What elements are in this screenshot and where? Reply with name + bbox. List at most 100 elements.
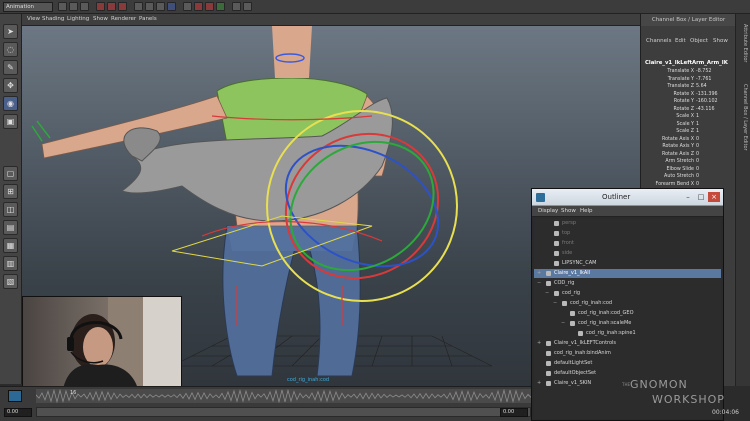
- attribute-value[interactable]: 0: [696, 182, 699, 187]
- rotate-tool-icon[interactable]: ◉: [3, 96, 18, 111]
- hypershade-icon[interactable]: [232, 2, 241, 11]
- expand-toggle-icon[interactable]: [545, 220, 551, 226]
- attribute-value[interactable]: -131.396: [696, 92, 718, 97]
- channel-box-tab-edit[interactable]: Edit: [675, 38, 686, 44]
- history-icon[interactable]: [183, 2, 192, 11]
- render-icon[interactable]: [194, 2, 203, 11]
- attribute-value[interactable]: -7.761: [696, 77, 711, 82]
- viewport-menu-renderer[interactable]: Renderer: [111, 16, 136, 22]
- attribute-value[interactable]: 0: [696, 167, 699, 172]
- attribute-value[interactable]: 5.64: [696, 84, 707, 89]
- channel-box-tab-show[interactable]: Show: [713, 38, 728, 44]
- expand-toggle-icon[interactable]: +: [537, 380, 543, 386]
- channel-attribute-row[interactable]: Auto Stretch 0: [641, 174, 734, 182]
- menu-set-dropdown[interactable]: Animation: [3, 2, 53, 12]
- channel-attribute-row[interactable]: Scale Z1: [641, 129, 734, 137]
- close-icon[interactable]: ×: [708, 192, 720, 202]
- snap-grid-icon[interactable]: [134, 2, 143, 11]
- outliner-item[interactable]: defaultObjectSet: [534, 369, 721, 378]
- outliner-item[interactable]: − cod_rig_inah:scaleMe: [534, 319, 721, 328]
- expand-toggle-icon[interactable]: −: [537, 280, 543, 286]
- attribute-value[interactable]: 0: [696, 152, 699, 157]
- outliner-item[interactable]: LIPSYNC_CAM: [534, 259, 721, 268]
- outliner-item[interactable]: − cod_rig_inah:cod: [534, 299, 721, 308]
- outliner-menu-help[interactable]: Help: [580, 208, 593, 214]
- expand-toggle-icon[interactable]: +: [537, 340, 543, 346]
- save-scene-icon[interactable]: [80, 2, 89, 11]
- playback-icon[interactable]: [8, 390, 22, 402]
- outliner-item[interactable]: + Claire_v1_IkAll: [534, 269, 721, 278]
- outliner-menu-show[interactable]: Show: [561, 208, 576, 214]
- layout-hypershade-icon[interactable]: ▥: [3, 256, 18, 271]
- time-slider[interactable]: [35, 388, 532, 404]
- start-time-field[interactable]: 0.00: [4, 408, 32, 417]
- expand-toggle-icon[interactable]: [545, 260, 551, 266]
- scale-tool-icon[interactable]: ▣: [3, 114, 18, 129]
- expand-toggle-icon[interactable]: −: [553, 300, 559, 306]
- channel-attribute-row[interactable]: Rotate Axis Y0: [641, 144, 734, 152]
- snap-plane-icon[interactable]: [167, 2, 176, 11]
- expand-toggle-icon[interactable]: [545, 230, 551, 236]
- maximize-icon[interactable]: □: [695, 192, 707, 202]
- channel-attribute-row[interactable]: Rotate Axis Z0: [641, 152, 734, 160]
- layout-two-icon[interactable]: ◫: [3, 202, 18, 217]
- attribute-value[interactable]: -160.102: [696, 99, 718, 104]
- layout-persp-outliner-icon[interactable]: ▤: [3, 220, 18, 235]
- channel-attribute-row[interactable]: Scale X1: [641, 114, 734, 122]
- move-tool-icon[interactable]: ✥: [3, 78, 18, 93]
- outliner-item[interactable]: persp: [534, 219, 721, 228]
- viewport-menu-show[interactable]: Show: [93, 16, 108, 22]
- outliner-item[interactable]: front: [534, 239, 721, 248]
- expand-toggle-icon[interactable]: −: [561, 320, 567, 326]
- viewport-menu-lighting[interactable]: Lighting: [67, 16, 89, 22]
- outliner-menu-display[interactable]: Display: [538, 208, 558, 214]
- select-object-icon[interactable]: [107, 2, 116, 11]
- outliner-item[interactable]: − COD_rig: [534, 279, 721, 288]
- outliner-item[interactable]: + Claire_v1_IkLEFTControls: [534, 339, 721, 348]
- outliner-item[interactable]: cod_rig_inah:bindAnim: [534, 349, 721, 358]
- channel-attribute-row[interactable]: Elbow Slide 0: [641, 167, 734, 175]
- expand-toggle-icon[interactable]: [537, 370, 543, 376]
- expand-toggle-icon[interactable]: [545, 240, 551, 246]
- channel-attribute-row[interactable]: Rotate Z -43.116: [641, 107, 734, 115]
- layout-single-icon[interactable]: ▢: [3, 166, 18, 181]
- select-component-icon[interactable]: [118, 2, 127, 11]
- ipr-render-icon[interactable]: [205, 2, 214, 11]
- select-tool-icon[interactable]: ➤: [3, 24, 18, 39]
- channel-attribute-row[interactable]: Rotate Axis X0: [641, 137, 734, 145]
- select-hierarchy-icon[interactable]: [96, 2, 105, 11]
- expand-toggle-icon[interactable]: +: [537, 270, 543, 276]
- expand-toggle-icon[interactable]: [545, 250, 551, 256]
- attribute-value[interactable]: 0: [696, 174, 699, 179]
- expand-toggle-icon[interactable]: [537, 350, 543, 356]
- expand-toggle-icon[interactable]: [561, 310, 567, 316]
- attribute-value[interactable]: -8.752: [696, 69, 711, 74]
- outliner-item[interactable]: defaultLightSet: [534, 359, 721, 368]
- outliner-item[interactable]: cod_rig_inah:cod_GEO: [534, 309, 721, 318]
- expand-toggle-icon[interactable]: [569, 330, 575, 336]
- outliner-item[interactable]: cod_rig_inah:spine1: [534, 329, 721, 338]
- input-line-icon[interactable]: [243, 2, 252, 11]
- attribute-value[interactable]: 1: [696, 122, 699, 127]
- channel-box-tab-channels[interactable]: Channels: [646, 38, 671, 44]
- layout-four-icon[interactable]: ⊞: [3, 184, 18, 199]
- outliner-tree[interactable]: persp top front side LIPSYNC_CAM + Claire_v1_I…: [534, 219, 721, 419]
- channel-attribute-row[interactable]: Rotate X -131.396: [641, 92, 734, 100]
- viewport-menu-panels[interactable]: Panels: [139, 16, 157, 22]
- channel-box-object-name[interactable]: Claire_v1_IkLeftArm_Arm_IK: [645, 60, 735, 66]
- channel-attribute-row[interactable]: Translate Z 5.64: [641, 84, 734, 92]
- attribute-value[interactable]: 1: [696, 114, 699, 119]
- layout-custom-icon[interactable]: ▧: [3, 274, 18, 289]
- expand-toggle-icon[interactable]: [537, 360, 543, 366]
- channel-attribute-row[interactable]: Arm Stretch 0: [641, 159, 734, 167]
- outliner-titlebar[interactable]: Outliner – □ ×: [532, 189, 723, 206]
- snap-curve-icon[interactable]: [145, 2, 154, 11]
- lasso-tool-icon[interactable]: ◌: [3, 42, 18, 57]
- open-scene-icon[interactable]: [69, 2, 78, 11]
- attribute-value[interactable]: 0: [696, 137, 699, 142]
- paint-select-icon[interactable]: ✎: [3, 60, 18, 75]
- outliner-item[interactable]: side: [534, 249, 721, 258]
- channel-attribute-row[interactable]: Translate X -8.752: [641, 69, 734, 77]
- channel-box-tab-object[interactable]: Object: [690, 38, 708, 44]
- viewport-menu-view[interactable]: View: [27, 16, 40, 22]
